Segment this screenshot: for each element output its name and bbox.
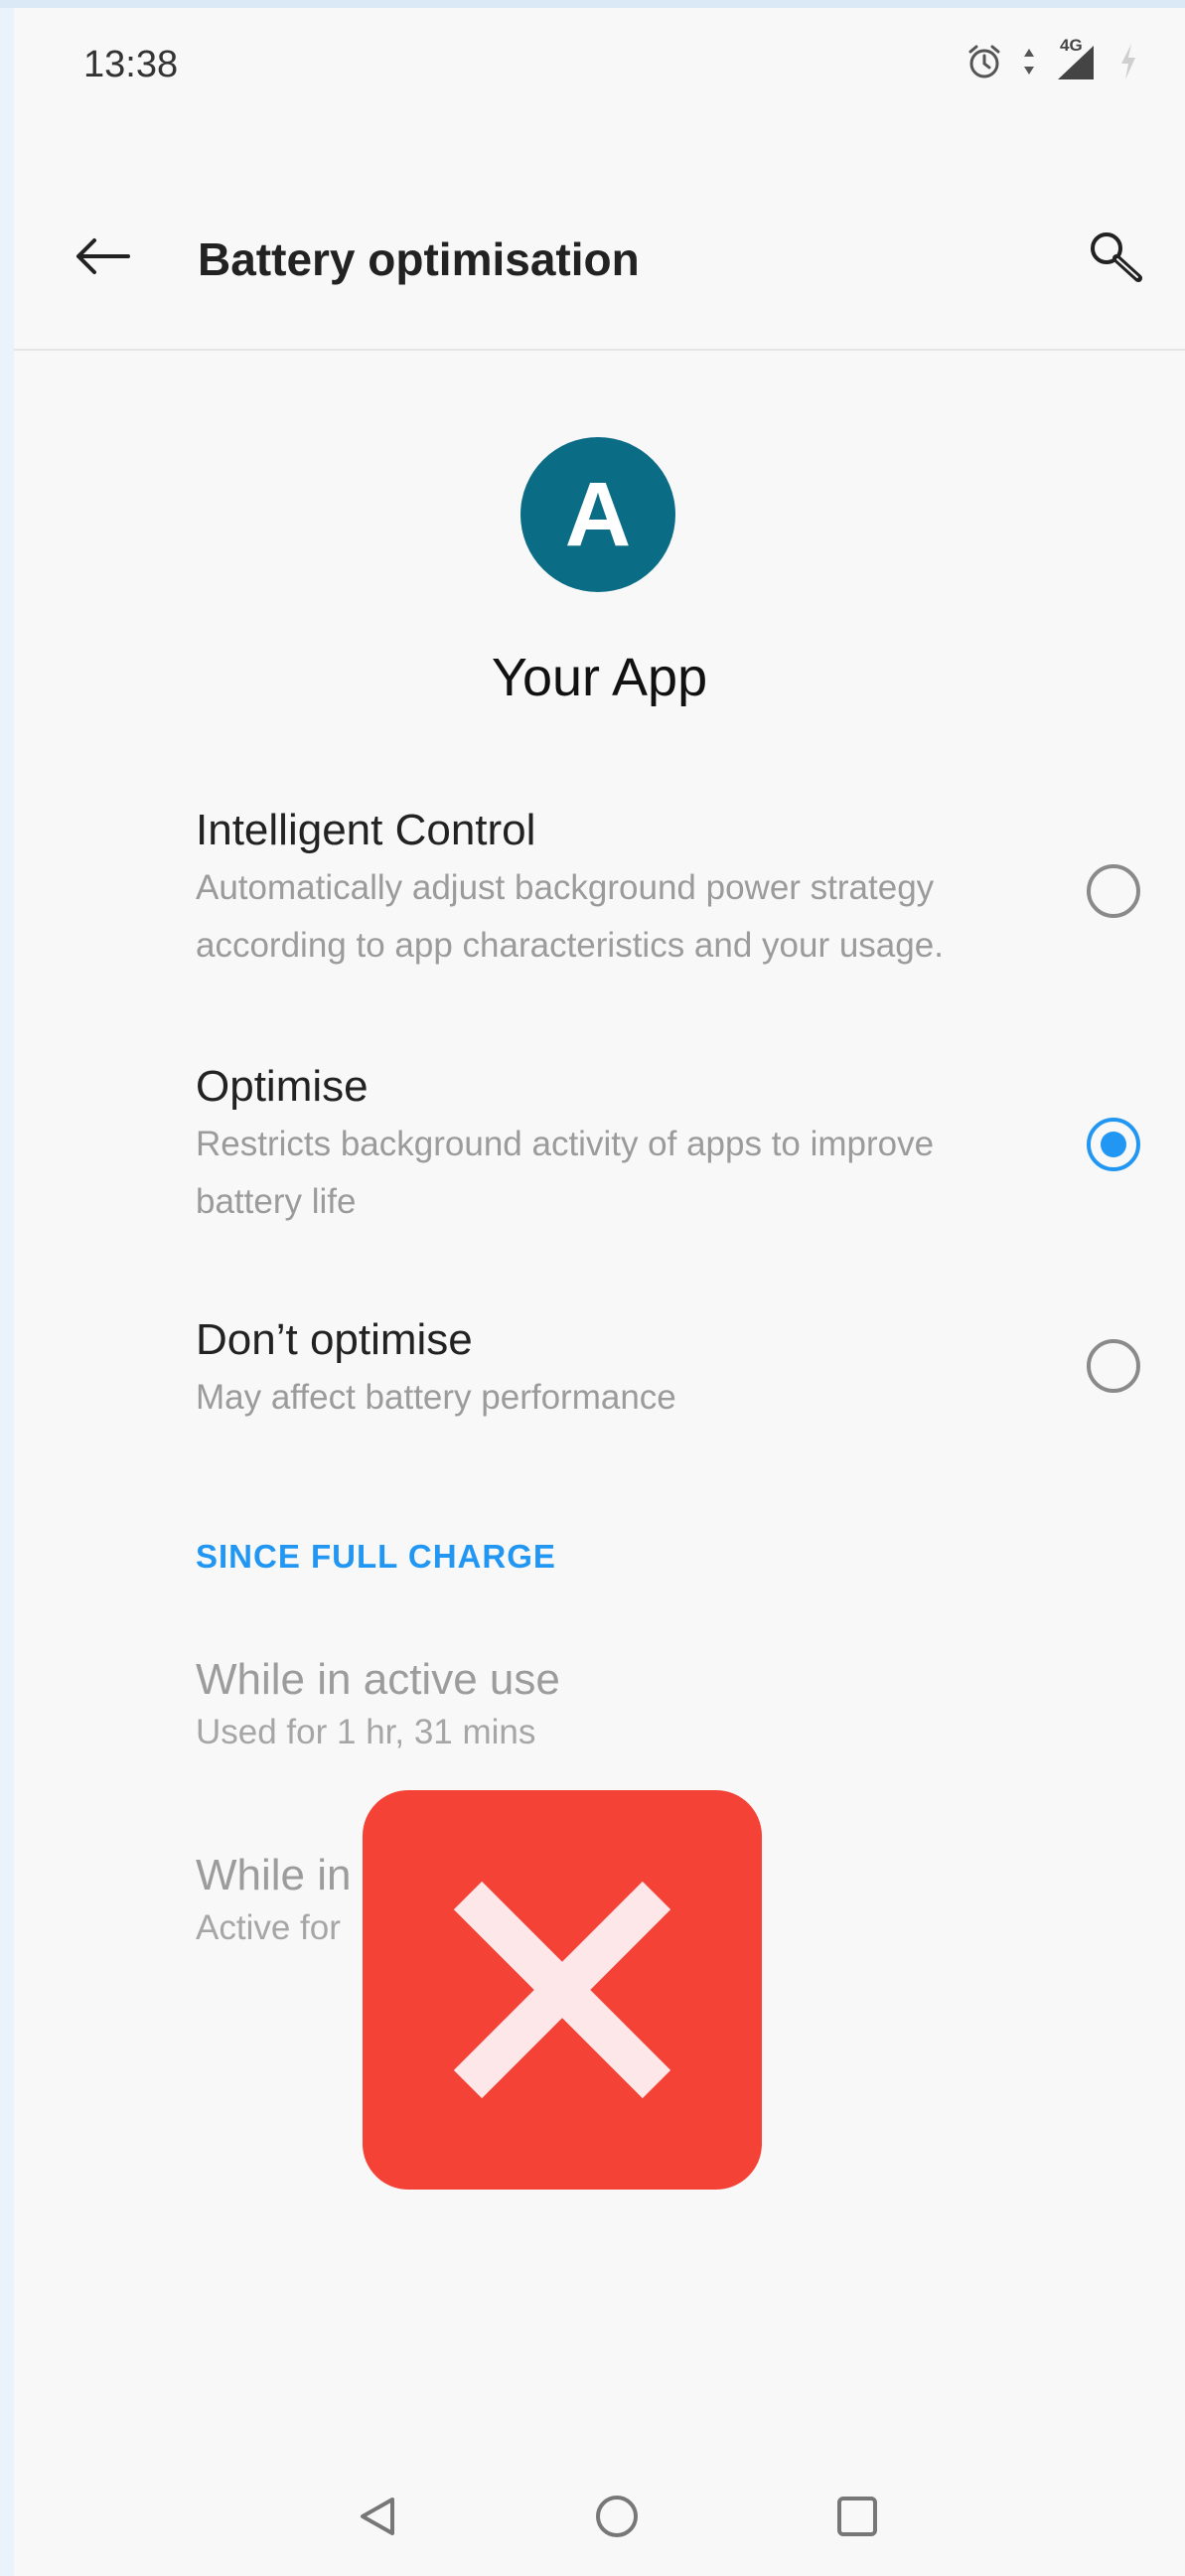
search-button[interactable] — [1078, 220, 1155, 297]
option-desc-line-1: Restricts background activity of apps to… — [196, 1125, 935, 1163]
option-desc-line-1: Automatically adjust background power st… — [196, 868, 935, 907]
nav-recents-button[interactable] — [822, 2482, 892, 2551]
network-label: 4G — [1060, 36, 1083, 55]
radio-optimise[interactable] — [1087, 1118, 1140, 1171]
option-desc-line-2: battery life — [196, 1182, 357, 1221]
usage-item-active: While in active use Used for 1 hr, 31 mi… — [196, 1652, 560, 1757]
nav-back-button[interactable] — [343, 2482, 412, 2551]
back-button[interactable] — [68, 222, 137, 291]
battery-charging-icon — [1115, 42, 1141, 81]
appbar-divider — [14, 349, 1185, 351]
section-header: SINCE FULL CHARGE — [196, 1538, 556, 1575]
option-desc-line-2: according to app characteristics and you… — [196, 926, 944, 965]
phone-screen: 13:38 4G Battery optimisation A Your App… — [14, 8, 1185, 2576]
status-time: 13:38 — [83, 44, 179, 85]
nav-back-icon — [361, 2498, 394, 2535]
option-title: Optimise — [196, 1062, 369, 1111]
option-desc-line-1: May affect battery performance — [196, 1378, 676, 1417]
option-dont-optimise[interactable]: Don’t optimise May affect battery perfor… — [196, 1312, 1070, 1428]
error-overlay — [363, 1790, 762, 2190]
usage-title: While in — [196, 1851, 352, 1899]
nav-home-icon — [596, 2496, 638, 2537]
option-title: Intelligent Control — [196, 806, 536, 854]
navigation-bar — [14, 2482, 1185, 2551]
option-intelligent-control[interactable]: Intelligent Control Automatically adjust… — [196, 803, 1070, 976]
nav-home-button[interactable] — [582, 2482, 652, 2551]
app-avatar: A — [520, 437, 675, 592]
arrow-left-icon — [76, 238, 130, 274]
option-optimise[interactable]: Optimise Restricts background activity o… — [196, 1059, 1070, 1232]
usage-desc: Used for 1 hr, 31 mins — [196, 1713, 536, 1751]
app-name: Your App — [491, 648, 708, 707]
signal-icon: 4G — [1054, 36, 1098, 81]
option-title: Don’t optimise — [196, 1315, 473, 1364]
usage-desc: Active for — [196, 1908, 341, 1947]
data-arrows-icon — [1022, 47, 1036, 76]
search-icon — [1091, 232, 1142, 282]
usage-title: While in active use — [196, 1655, 560, 1704]
top-edge — [0, 0, 1185, 8]
nav-recents-icon — [837, 2497, 877, 2536]
radio-dont-optimise[interactable] — [1087, 1339, 1140, 1393]
alarm-icon — [964, 42, 1004, 81]
status-icons: 4G — [964, 36, 1141, 81]
close-icon — [453, 1881, 671, 2099]
radio-intelligent-control[interactable] — [1087, 864, 1140, 918]
usage-item-background: While in Active for — [196, 1848, 352, 1953]
page-title: Battery optimisation — [198, 233, 640, 285]
